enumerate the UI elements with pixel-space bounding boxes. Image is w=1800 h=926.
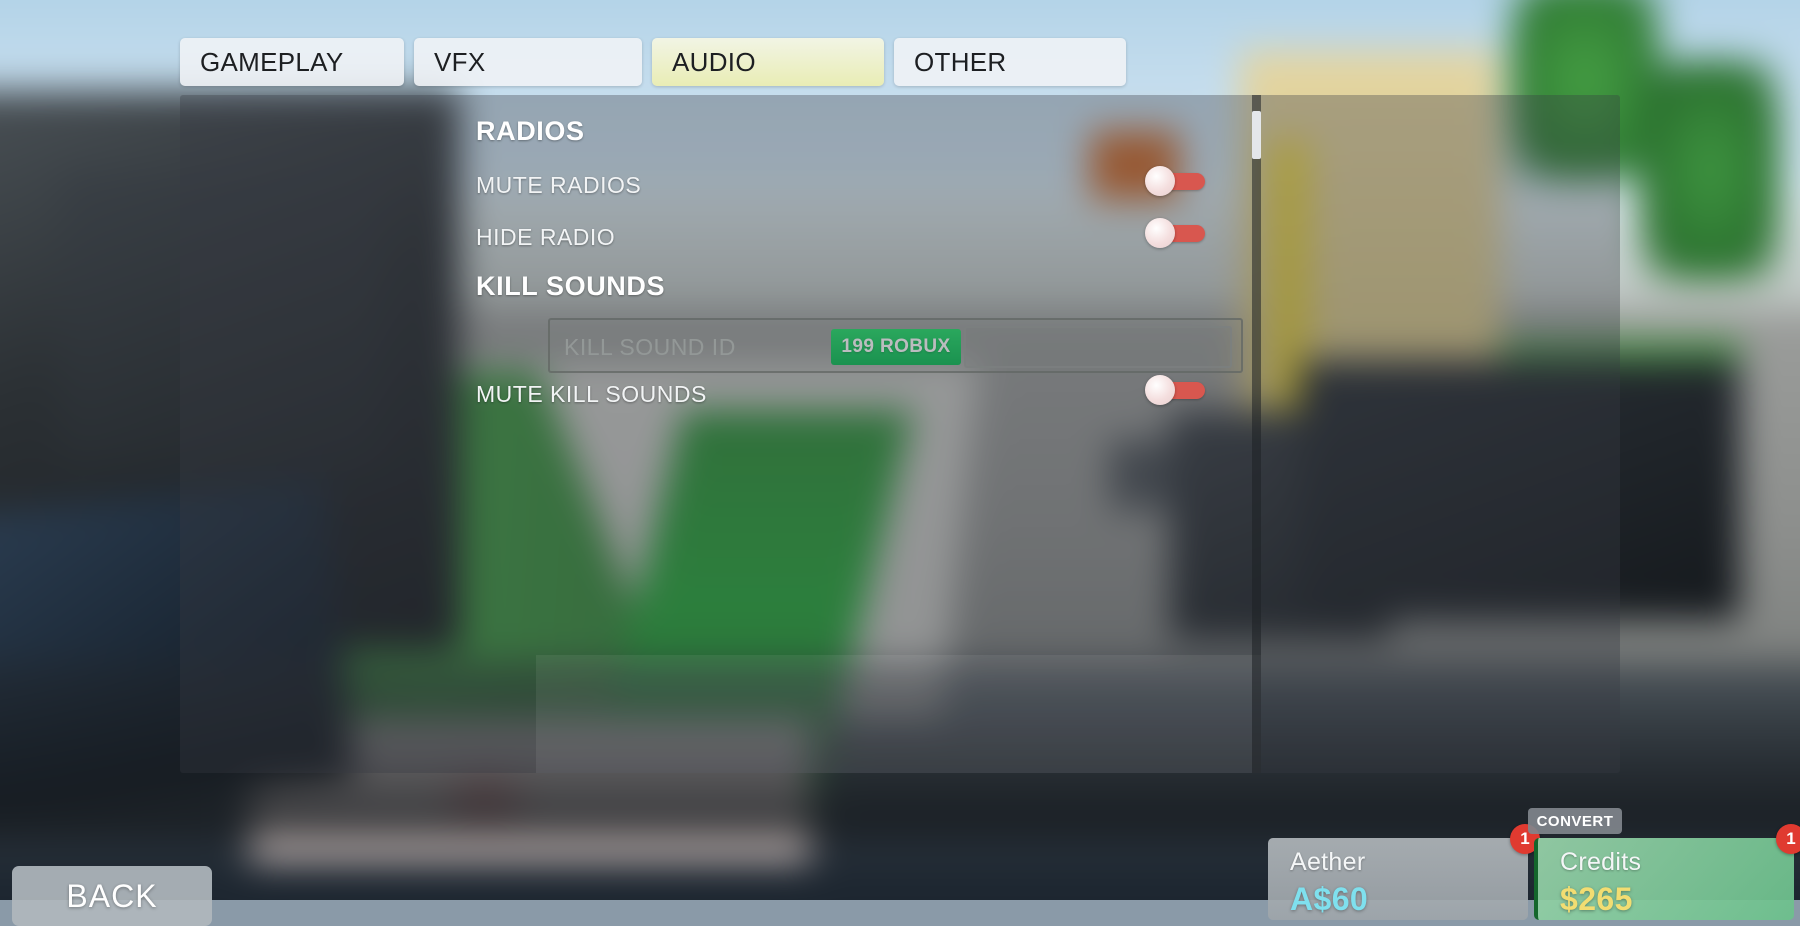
toggle-knob [1145, 218, 1175, 248]
row-label-mute-kill-sounds: MUTE KILL SOUNDS [476, 381, 707, 408]
tab-gameplay[interactable]: GAMEPLAY [180, 38, 404, 86]
panel-scrollbar-thumb[interactable] [1252, 111, 1261, 159]
toggle-mute-radios[interactable] [1145, 169, 1205, 193]
currency-hud: Aether A$60 1 Credits $265 1 [1268, 838, 1794, 920]
tab-other[interactable]: OTHER [894, 38, 1126, 86]
settings-scroll-viewport [180, 95, 1261, 773]
currency-card-credits[interactable]: Credits $265 1 [1534, 838, 1794, 920]
toggle-mute-kill-sounds[interactable] [1145, 378, 1205, 402]
convert-button[interactable]: CONVERT [1528, 808, 1622, 834]
panel-scrollbar-track[interactable] [1252, 95, 1261, 773]
row-label-mute-radios: MUTE RADIOS [476, 172, 641, 199]
tab-audio[interactable]: AUDIO [652, 38, 884, 86]
section-heading-radios: RADIOS [476, 116, 585, 147]
currency-name-credits: Credits [1560, 848, 1794, 877]
settings-panel: RADIOS MUTE RADIOS HIDE RADIO KILL SOUND… [180, 95, 1620, 773]
tab-gameplay-label: GAMEPLAY [200, 47, 344, 78]
tab-other-label: OTHER [914, 47, 1007, 78]
currency-card-aether[interactable]: Aether A$60 1 [1268, 838, 1528, 920]
toggle-knob [1145, 375, 1175, 405]
row-label-hide-radio: HIDE RADIO [476, 224, 615, 251]
tab-vfx-label: VFX [434, 47, 485, 78]
section-heading-kill-sounds: KILL SOUNDS [476, 271, 665, 302]
back-button[interactable]: BACK [12, 866, 212, 926]
toggle-knob [1145, 166, 1175, 196]
toggle-hide-radio[interactable] [1145, 221, 1205, 245]
tab-audio-label: AUDIO [672, 47, 756, 78]
currency-name-aether: Aether [1290, 848, 1528, 877]
tab-vfx[interactable]: VFX [414, 38, 642, 86]
notification-badge-credits[interactable]: 1 [1776, 824, 1800, 854]
settings-tab-bar: GAMEPLAY VFX AUDIO OTHER [180, 38, 1126, 86]
scene-tree-2 [1640, 60, 1780, 280]
panel-content-sheet [536, 655, 1261, 773]
